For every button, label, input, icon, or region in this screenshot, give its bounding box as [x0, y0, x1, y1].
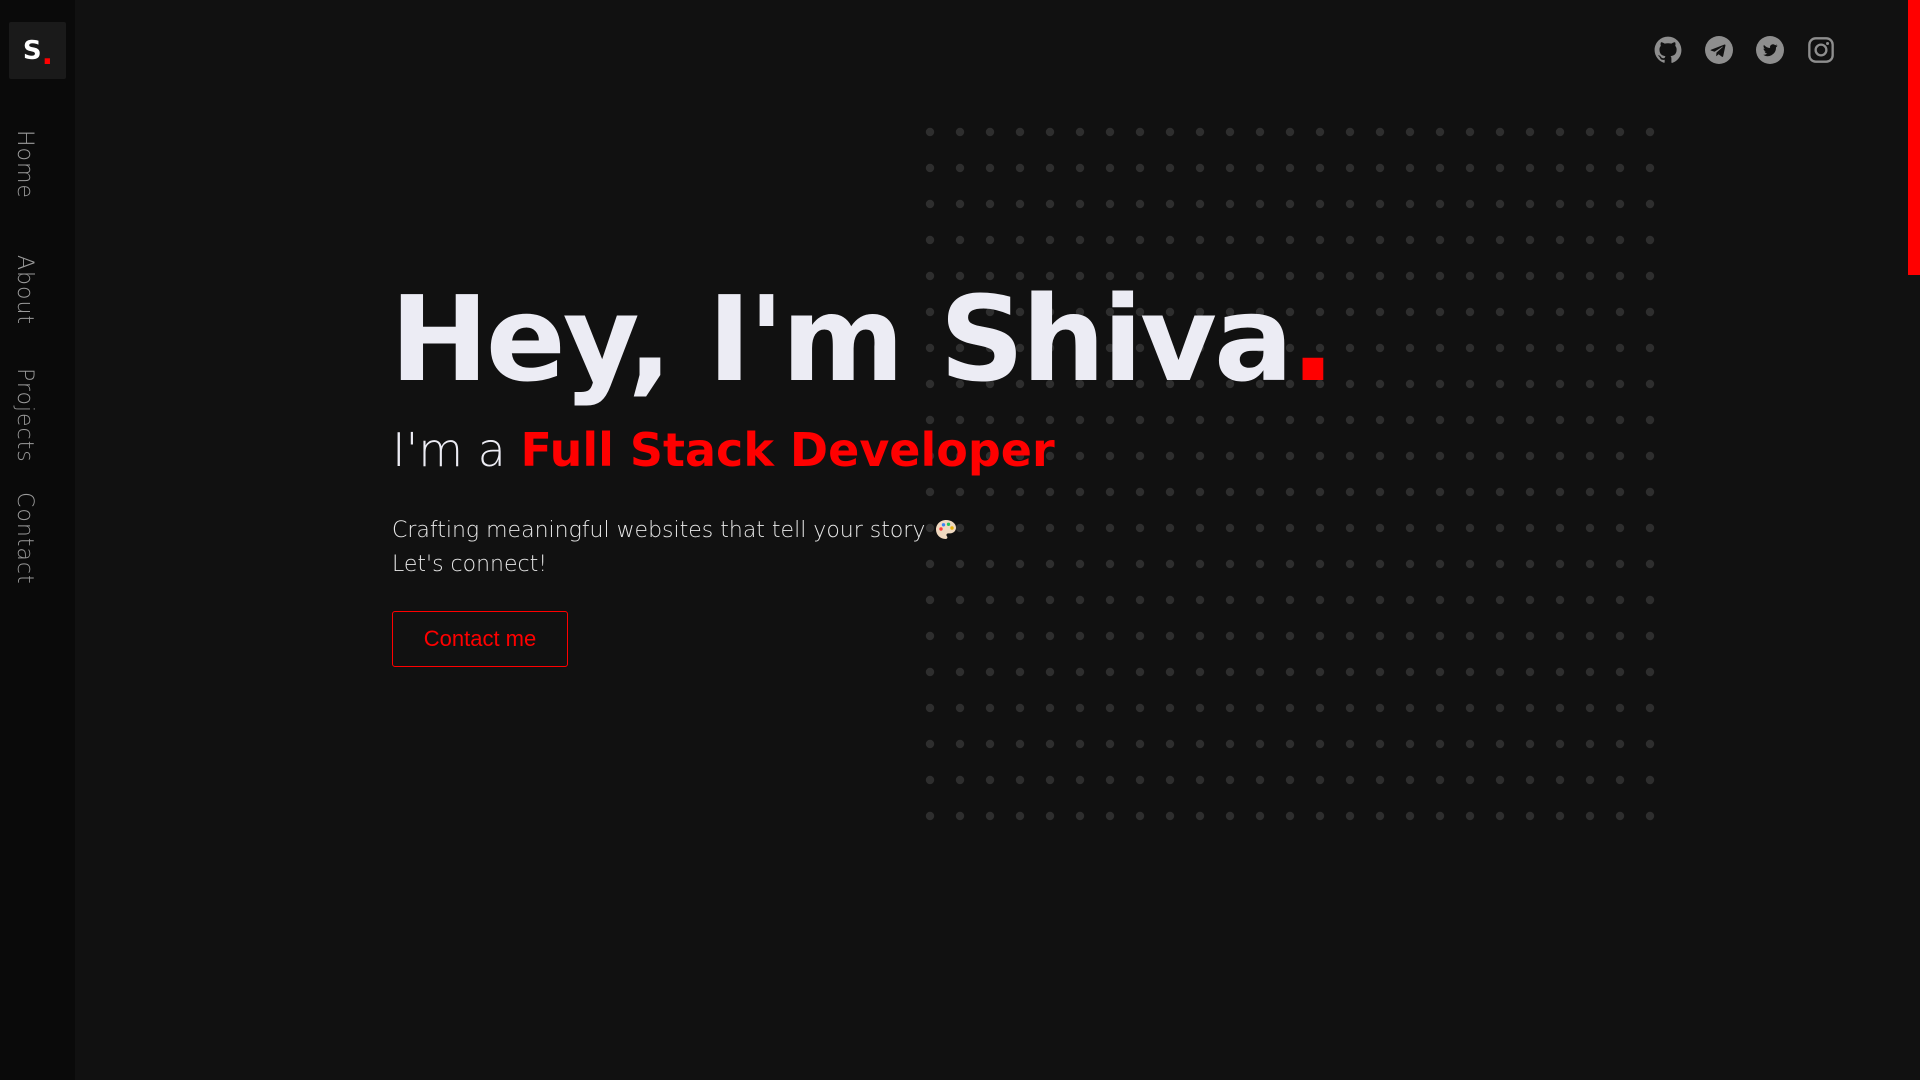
- logo[interactable]: S.: [9, 22, 66, 79]
- contact-me-button[interactable]: Contact me: [392, 611, 568, 667]
- hero-description-text: Crafting meaningful websites that tell y…: [392, 518, 926, 543]
- hero-title: Hey, I'm Shiva.: [390, 270, 1336, 408]
- hero-subtitle-prefix: I'm a: [392, 423, 521, 477]
- scroll-progress-bar: [1908, 0, 1920, 275]
- nav-item-about[interactable]: About: [12, 255, 37, 325]
- page: S. Home About Projects Contact Hey, I'm …: [0, 0, 1920, 1080]
- hero-description-line: Let's connect!: [392, 552, 548, 577]
- hero-greeting: Hey, I'm Shiva: [390, 270, 1294, 408]
- hero-greeting-dot: .: [1290, 270, 1336, 408]
- hero-description-line: Crafting meaningful websites that tell y…: [392, 514, 958, 548]
- nav-item-home[interactable]: Home: [12, 130, 37, 199]
- nav-item-projects[interactable]: Projects: [12, 368, 37, 463]
- twitter-icon[interactable]: [1756, 36, 1784, 64]
- github-icon[interactable]: [1654, 36, 1682, 64]
- telegram-icon[interactable]: [1705, 36, 1733, 64]
- social-links: [1654, 36, 1835, 64]
- hero-description: Crafting meaningful websites that tell y…: [392, 514, 958, 582]
- instagram-icon[interactable]: [1807, 36, 1835, 64]
- nav-item-contact[interactable]: Contact: [12, 492, 37, 585]
- palette-icon: [936, 520, 957, 539]
- hero-role: Full Stack Developer: [520, 423, 1055, 477]
- sidebar: S. Home About Projects Contact: [0, 0, 75, 1080]
- logo-letter: S: [22, 35, 42, 66]
- hero-subtitle: I'm a Full Stack Developer: [392, 425, 1055, 476]
- logo-dot: .: [41, 36, 53, 72]
